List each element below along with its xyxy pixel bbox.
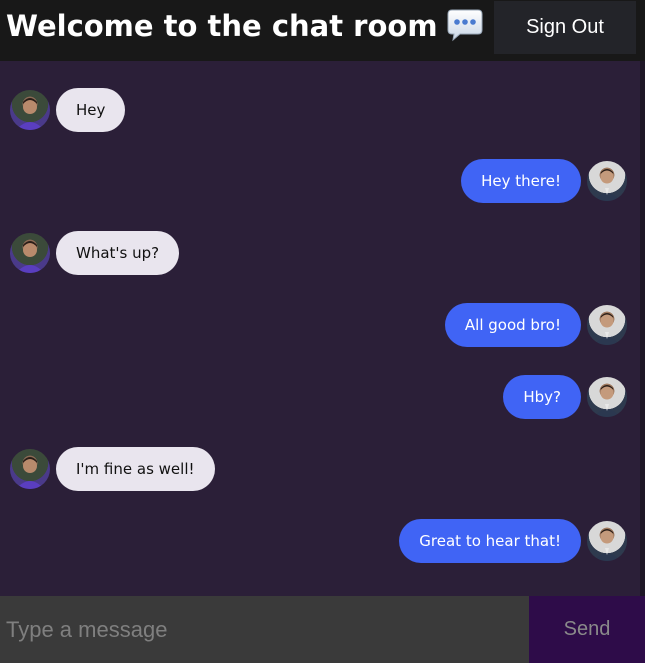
message-bubble: I'm fine as well! — [56, 447, 215, 491]
avatar — [10, 90, 50, 130]
message-input[interactable] — [0, 596, 529, 663]
page-title-text: Welcome to the chat room — [6, 9, 438, 43]
message-bubble: Hby? — [503, 375, 581, 419]
avatar — [10, 233, 50, 273]
message-bubble: Great to hear that! — [399, 519, 581, 563]
speech-bubble-icon — [446, 8, 484, 42]
avatar — [587, 161, 627, 201]
send-button[interactable]: Send — [529, 596, 645, 663]
sign-out-button[interactable]: Sign Out — [494, 1, 636, 54]
avatar — [10, 449, 50, 489]
message-bubble: Hey — [56, 88, 126, 132]
message-bubble: Hey there! — [461, 159, 581, 203]
scrollbar[interactable] — [640, 61, 645, 596]
message-bubble: All good bro! — [444, 303, 581, 347]
page-title: Welcome to the chat room — [6, 8, 484, 45]
avatar — [587, 305, 627, 345]
message-composer: Send — [0, 596, 645, 663]
avatar — [587, 377, 627, 417]
header: Welcome to the chat room Sign Out — [0, 0, 645, 61]
message-bubble: What's up? — [56, 231, 180, 275]
avatar — [587, 521, 627, 561]
message-list[interactable]: Hey Hey there! What's up? All good bro! … — [0, 61, 640, 596]
